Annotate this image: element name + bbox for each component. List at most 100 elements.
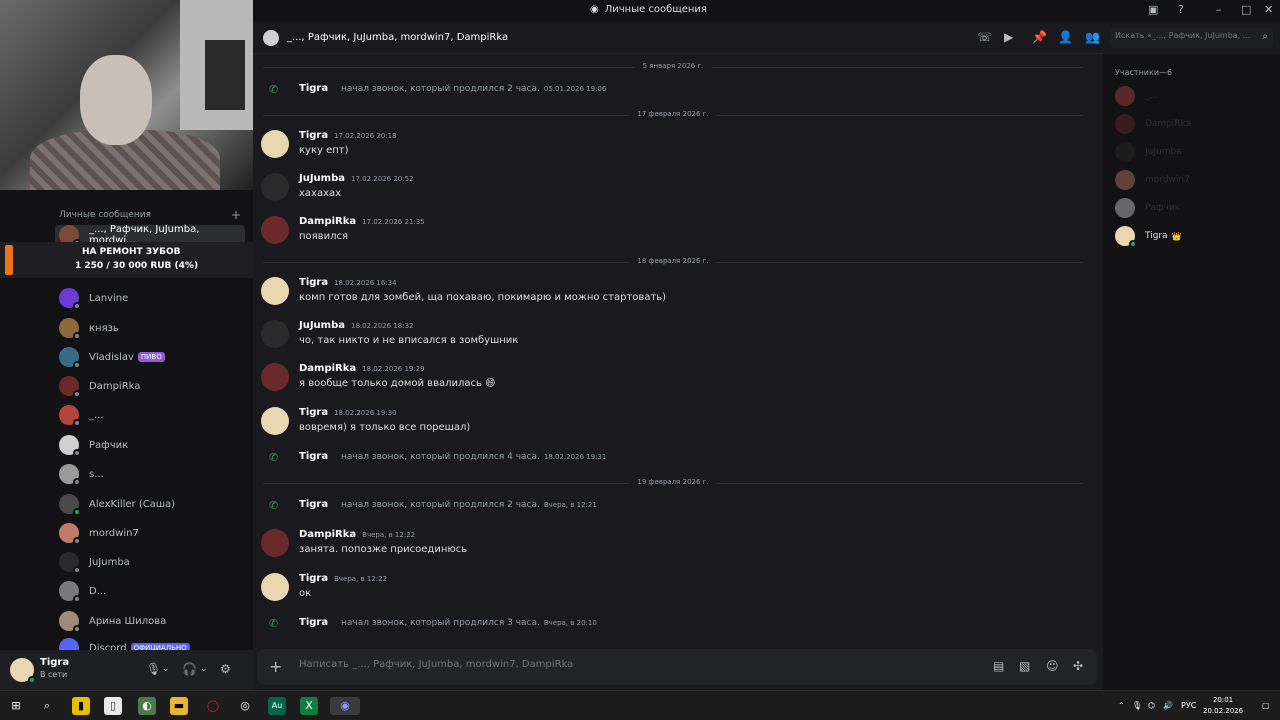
avatar xyxy=(59,318,81,340)
gif-icon[interactable]: ▤ xyxy=(993,659,1004,673)
headphones-icon[interactable]: 🎧 xyxy=(182,662,197,676)
dm-item[interactable]: s... xyxy=(55,461,245,487)
status-indicator xyxy=(73,361,81,369)
dm-item[interactable]: mordwin7 xyxy=(55,520,245,546)
voice-call-icon[interactable]: ☏ xyxy=(977,30,992,44)
clock-time: 20:01 xyxy=(1212,696,1234,704)
search-icon[interactable]: ⌕ xyxy=(1262,31,1268,42)
pin-icon[interactable]: 📌 xyxy=(1032,30,1047,44)
dm-item[interactable]: князь xyxy=(55,315,245,341)
message-avatar[interactable] xyxy=(261,363,289,391)
status-indicator xyxy=(73,390,81,398)
attach-plus-icon[interactable]: + xyxy=(269,657,282,676)
member-item[interactable]: Рафчик xyxy=(1115,197,1275,219)
maximize-button[interactable]: □ xyxy=(1241,3,1251,16)
dm-item[interactable]: DampiRka xyxy=(55,373,245,399)
apps-icon[interactable]: ✣ xyxy=(1073,659,1083,673)
tray-volume-icon[interactable]: 🔊 xyxy=(1163,701,1173,710)
message-author[interactable]: DampiRka xyxy=(299,363,356,374)
member-item[interactable]: JuJumba xyxy=(1115,141,1275,163)
avatar xyxy=(59,435,81,457)
message-avatar[interactable] xyxy=(261,130,289,158)
help-icon[interactable]: ? xyxy=(1178,3,1184,16)
inbox-icon[interactable]: ▣ xyxy=(1148,3,1158,16)
user-avatar[interactable] xyxy=(10,658,36,684)
notepad-icon[interactable]: ▯ xyxy=(104,697,122,715)
language-indicator[interactable]: РУС xyxy=(1181,701,1196,710)
create-dm-button[interactable]: + xyxy=(231,208,241,222)
microphone-icon[interactable]: 🎙 xyxy=(146,662,161,676)
add-friends-icon[interactable]: 👤 xyxy=(1058,30,1073,44)
sticker-icon[interactable]: ▧ xyxy=(1019,659,1030,673)
member-list-icon[interactable]: 👥 xyxy=(1085,30,1100,44)
tray-network-icon[interactable]: ⌬ xyxy=(1148,701,1155,710)
excel-icon[interactable]: X xyxy=(300,697,318,715)
message-author-wrap: DampiRka 18.02.2026 19:29 xyxy=(299,363,425,374)
message-author[interactable]: Tigra xyxy=(299,277,328,288)
member-item[interactable]: DampiRka xyxy=(1115,113,1275,135)
notification-icon[interactable]: ▢ xyxy=(1262,701,1270,710)
windows-start-icon[interactable]: ⊞ xyxy=(7,697,25,715)
call-author[interactable]: Tigra xyxy=(299,451,328,462)
dm-item[interactable]: AlexKiller (Саша) xyxy=(55,491,245,517)
clock[interactable]: 20:01 20.02.2026 xyxy=(1203,695,1243,717)
dm-item[interactable]: Арина Шилова xyxy=(55,608,245,634)
message-author[interactable]: DampiRka xyxy=(299,529,356,540)
call-author[interactable]: Tigra xyxy=(299,83,328,94)
opera-icon[interactable]: ◯ xyxy=(204,697,222,715)
browser-icon[interactable]: ◐ xyxy=(138,697,156,715)
message-avatar[interactable] xyxy=(261,573,289,601)
audition-icon[interactable]: Au xyxy=(268,697,286,715)
message-input[interactable] xyxy=(299,659,899,670)
message-author[interactable]: Tigra xyxy=(299,573,328,584)
dm-item[interactable]: _... xyxy=(55,402,245,428)
dm-item-label: DampiRka xyxy=(89,380,141,392)
close-button[interactable]: ✕ xyxy=(1264,3,1273,16)
message-avatar[interactable] xyxy=(261,277,289,305)
emoji-icon[interactable]: ☺ xyxy=(1046,659,1059,673)
minimize-button[interactable]: – xyxy=(1216,3,1222,16)
dm-item-label: князь xyxy=(89,322,119,334)
discord-taskbar-icon[interactable]: ◉ xyxy=(330,697,360,715)
message-avatar[interactable] xyxy=(261,407,289,435)
message-avatar[interactable] xyxy=(261,320,289,348)
taskbar-app-icon[interactable]: ▮ xyxy=(72,697,90,715)
tray-chevron-icon[interactable]: ⌃ xyxy=(1118,701,1125,710)
call-author[interactable]: Tigra xyxy=(299,617,328,628)
message-author[interactable]: DampiRka xyxy=(299,216,356,227)
dm-item[interactable]: Рафчик xyxy=(55,432,245,458)
date-label: 19 февраля 2026 г. xyxy=(629,478,717,486)
message-author-wrap: Tigra Вчера, в 12:22 xyxy=(299,573,387,584)
message-avatar[interactable] xyxy=(261,216,289,244)
dm-item[interactable]: Lanvine xyxy=(55,285,245,311)
chevron-down-icon[interactable]: ⌄ xyxy=(200,664,208,674)
tray-mic-icon[interactable]: 🎙 xyxy=(1132,701,1142,710)
message-time: Вчера, в 12:22 xyxy=(362,531,416,539)
dm-item-label: Рафчик xyxy=(89,439,129,451)
folder-icon[interactable]: ▬ xyxy=(170,697,188,715)
member-item[interactable]: mordwin7 xyxy=(1115,169,1275,191)
chevron-down-icon[interactable]: ⌄ xyxy=(162,664,170,674)
message-author[interactable]: Tigra xyxy=(299,407,328,418)
message-composer: + ▤ ▧ ☺ ✣ xyxy=(257,649,1097,685)
dm-item[interactable]: JuJumba xyxy=(55,549,245,575)
message-avatar[interactable] xyxy=(261,529,289,557)
member-item[interactable]: _... xyxy=(1115,85,1275,107)
dm-item[interactable]: D... xyxy=(55,578,245,604)
message-time: 18.02.2026 18:32 xyxy=(351,322,414,330)
search-icon[interactable]: ⌕ xyxy=(38,697,56,715)
member-item[interactable]: Tigra 👑 xyxy=(1115,225,1275,248)
dm-item-label: D... xyxy=(89,585,107,597)
steam-icon[interactable]: ◎ xyxy=(236,697,254,715)
message-avatar[interactable] xyxy=(261,173,289,201)
message-author[interactable]: JuJumba xyxy=(299,320,345,331)
call-time: 05.01.2026 19:06 xyxy=(543,85,607,93)
chat-header-name[interactable]: _..., Рафчик, JuJumba, mordwin7, DampiRk… xyxy=(287,32,508,43)
video-call-icon[interactable]: ▶ xyxy=(1004,30,1013,44)
call-author[interactable]: Tigra xyxy=(299,499,328,510)
settings-gear-icon[interactable]: ⚙ xyxy=(220,662,231,676)
message-author[interactable]: Tigra xyxy=(299,130,328,141)
dm-item[interactable]: Vladislav ПИВО xyxy=(55,344,245,370)
search-input[interactable] xyxy=(1115,31,1255,40)
message-author[interactable]: JuJumba xyxy=(299,173,345,184)
